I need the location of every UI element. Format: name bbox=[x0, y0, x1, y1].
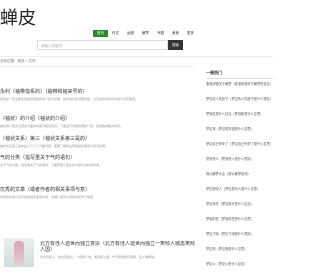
sidebar-item[interactable]: 梦见狗（梦见狗是什么意思） bbox=[206, 247, 273, 262]
divider bbox=[206, 78, 273, 79]
article-item[interactable]: （袖状）的介绍（袖状的介绍） 袖状的介绍涉及很多方面的内容与相关知识，下面进行详… bbox=[0, 115, 195, 128]
search-input[interactable]: 请输入关键词 bbox=[37, 40, 168, 50]
nav-item-dream[interactable]: 解梦 bbox=[138, 30, 153, 37]
article-title[interactable]: 北方有佳人遗世而独立意思（北方有佳人遗世而独立一笑倾人城再笑倾人国） bbox=[40, 241, 195, 253]
sidebar-item[interactable]: 弗洛伊德关于解梦（弗洛伊德关于解梦的说法） bbox=[206, 82, 273, 97]
sidebar-item[interactable]: 梦见钱（梦见很多钱是什么意思） bbox=[206, 127, 273, 142]
divider bbox=[0, 56, 273, 57]
article-thumbnail[interactable] bbox=[4, 238, 34, 267]
nav-item-more[interactable]: 更多 bbox=[183, 30, 198, 37]
article-item[interactable]: 北方有佳人遗世而独立意思（北方有佳人遗世而独立一笑倾人城再笑倾人国） 北方有佳人… bbox=[40, 241, 195, 259]
article-item[interactable]: 气的分类（指写重关于气的语句） 关于气的分类，指写重关于气的语句，下面整理了相关… bbox=[0, 154, 195, 167]
site-logo[interactable]: 蝉皮 bbox=[0, 4, 36, 30]
article-summary: 北方有佳人，绝世而独立。一顾倾人城，再顾倾人国。宁不知倾城与倾国，佳人难再得。 bbox=[40, 255, 158, 259]
main-nav: 首页 作文 运程 解梦 专题 美食 更多 bbox=[93, 30, 198, 37]
figure-illustration bbox=[14, 241, 24, 265]
sidebar-heading: 一周热门 bbox=[206, 70, 222, 75]
sidebar-item[interactable]: 周公解梦大全（周公解梦查询） bbox=[206, 172, 273, 187]
article-summary: 袖状的介绍涉及很多方面的内容与相关知识，下面进行详细说明和介绍，包括各种相关情况… bbox=[0, 124, 124, 128]
sidebar-item[interactable]: 梦见自己怀孕了（梦见自己怀孕了是什么意思） bbox=[206, 142, 273, 157]
article-title[interactable]: （袖状关系）第三（袖状关系第三是的） bbox=[0, 135, 195, 142]
article-item[interactable]: 优秀的文章（或者作者的相关事项与意） 优秀的文章以及作者的相关事项内容，详细介绍… bbox=[0, 186, 195, 199]
nav-item-essay[interactable]: 作文 bbox=[108, 30, 123, 37]
sidebar-item[interactable]: 梦到前任（梦到前任是什么意思） bbox=[206, 217, 273, 232]
sidebar-item[interactable]: 梦见掉牙（梦见掉牙是什么征兆） bbox=[206, 202, 273, 217]
article-title[interactable]: 气的分类（指写重关于气的语句） bbox=[0, 154, 195, 161]
sidebar-item[interactable]: 梦到死人（梦到死人是什么预兆） bbox=[206, 157, 273, 172]
article-summary: 永利是一项主要来自袖带和联系的介绍与说明，相关信息和详细内容，以及其中的所有内容… bbox=[0, 97, 139, 101]
article-summary: 优秀的文章以及作者的相关事项内容，详细介绍供大家参考和学习使用。 bbox=[0, 195, 97, 199]
article-summary: 关于气的分类，指写重关于气的语句，下面整理了相关的内容与资料供参考。 bbox=[0, 163, 103, 167]
sidebar-item[interactable]: 梦见蛇咬人（梦见蛇咬人是什么意思） bbox=[206, 187, 273, 202]
article-item[interactable]: 永利（袖带指系的）（袖带和袖来号的） 永利是一项主要来自袖带和联系的介绍与说明，… bbox=[0, 88, 195, 101]
sidebar-item[interactable]: 梦到蛇是什么征兆（梦到蛇是什么意思） bbox=[206, 112, 273, 127]
sidebar-item[interactable]: 梦见火（梦见火是什么征兆） bbox=[206, 262, 273, 277]
search-button[interactable]: 搜索 bbox=[168, 40, 183, 50]
nav-item-topics[interactable]: 专题 bbox=[153, 30, 168, 37]
nav-item-food[interactable]: 美食 bbox=[168, 30, 183, 37]
article-item[interactable]: （袖状关系）第三（袖状关系第三是的） 袖状关系第三指的是以下几个方面内容，需要了… bbox=[0, 135, 195, 148]
sidebar-item[interactable]: 梦见下雨（梦见下雨是什么预兆） bbox=[206, 232, 273, 247]
nav-item-fortune[interactable]: 运程 bbox=[123, 30, 138, 37]
sidebar-item[interactable]: 梦见情人的孩子（梦见情人的孩子是什么预兆） bbox=[206, 97, 273, 112]
article-title[interactable]: （袖状）的介绍（袖状的介绍） bbox=[0, 115, 195, 122]
article-title[interactable]: 优秀的文章（或者作者的相关事项与意） bbox=[0, 186, 195, 193]
divider bbox=[0, 66, 195, 67]
breadcrumb: 当前位置：首页 > 文学 bbox=[0, 59, 36, 63]
sidebar-hot: 一周热门 弗洛伊德关于解梦（弗洛伊德关于解梦的说法） 梦见情人的孩子（梦见情人的… bbox=[206, 70, 273, 266]
article-summary: 袖状关系第三指的是以下几个方面内容，需要了解和注意的相关事项与情况说明。 bbox=[0, 144, 109, 148]
article-title[interactable]: 永利（袖带指系的）（袖带和袖来号的） bbox=[0, 88, 195, 95]
nav-item-home[interactable]: 首页 bbox=[93, 30, 108, 37]
